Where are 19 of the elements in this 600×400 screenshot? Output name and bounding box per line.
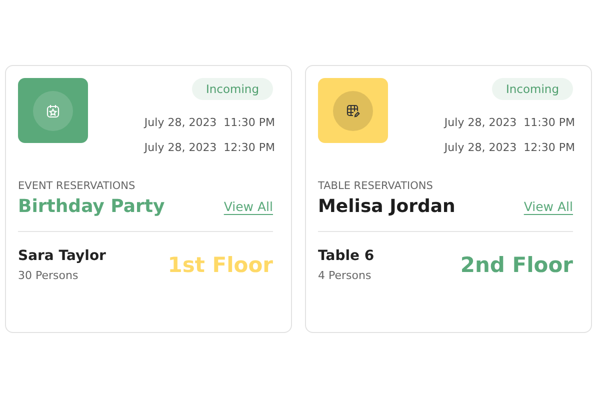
category-label: EVENT RESERVATIONS	[18, 180, 136, 192]
date-time: July 28, 2023 12:30 PM	[444, 140, 575, 156]
date-time: July 28, 2023 12:30 PM	[144, 140, 275, 156]
persons-count: 4 Persons	[318, 269, 372, 282]
reservation-title: Birthday Party	[18, 196, 165, 217]
persons-count: 30 Persons	[18, 269, 80, 282]
date-time: July 28, 2023 11:30 PM	[144, 115, 275, 131]
guest-name: Sara Taylor	[18, 248, 106, 264]
reservation-title: Melisa Jordan	[318, 196, 456, 217]
view-all-link[interactable]: View All	[224, 199, 273, 214]
guest-name: Table 6	[318, 248, 374, 264]
status-badge: Incoming	[492, 78, 573, 100]
category-label: TABLE RESERVATIONS	[318, 180, 434, 192]
status-badge: Incoming	[192, 78, 273, 100]
grid-pencil-icon	[346, 104, 360, 118]
floor-label: 2nd Floor	[460, 253, 573, 277]
view-all-link[interactable]: View All	[524, 199, 573, 214]
date-time: July 28, 2023 11:30 PM	[444, 115, 575, 131]
floor-label: 1st Floor	[168, 253, 273, 277]
